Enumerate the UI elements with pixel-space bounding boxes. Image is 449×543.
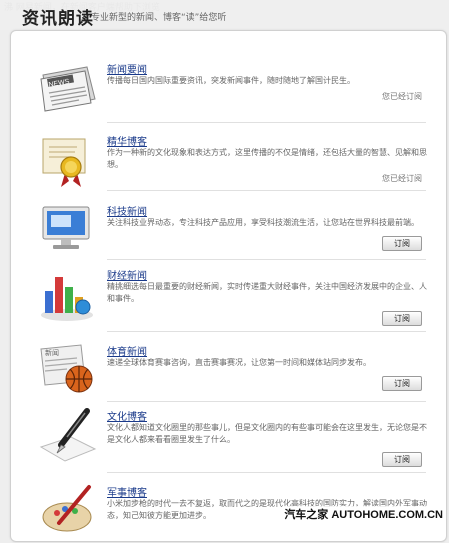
bar-chart-icon	[37, 267, 99, 323]
item-description: 文化人都知道文化圈里的那些事儿，但是文化圈内的有些事可能会在这里发生，无论您是不…	[107, 423, 427, 444]
monitor-icon	[37, 201, 99, 257]
divider	[107, 190, 426, 191]
subscribed-status: 您已经订阅	[382, 174, 422, 183]
subscribed-status: 您已经订阅	[382, 92, 422, 101]
newspaper-icon: NEWS	[37, 61, 99, 117]
page-title: 资讯朗读	[22, 9, 94, 29]
svg-text:新闻: 新闻	[45, 348, 59, 357]
subscribe-button[interactable]: 订阅	[382, 236, 422, 251]
item-description: 关注科技业界动态，专注科技产品应用，享受科技潮流生活，让您站在世界科技最前端。	[107, 218, 419, 227]
basketball-icon: 新闻	[37, 341, 99, 397]
subscription-panel: NEWS 新闻要闻 传播每日国内国际重要资讯，突发新闻事件，随时随地了解国计民生…	[10, 30, 447, 542]
watermark-footer: 汽车之家 AUTOHOME.COM.CN	[282, 506, 445, 522]
subscribe-button[interactable]: 订阅	[382, 452, 422, 467]
item-title-link[interactable]: 精华博客	[107, 133, 147, 148]
divider	[107, 401, 426, 402]
item-description: 作为一种新的文化现象和表达方式，这里传播的不仅是情绪，还包括大量的智慧、见解和思…	[107, 148, 427, 169]
fountain-pen-icon	[37, 407, 99, 463]
paintbrush-icon	[37, 483, 99, 539]
subscribe-button[interactable]: 订阅	[382, 311, 422, 326]
divider	[107, 331, 426, 332]
page-subtitle: 专业新型的新闻、博客“读”给您听	[91, 13, 227, 23]
item-title-link[interactable]: 体育新闻	[107, 343, 147, 358]
app-header: 沸 网易新闻，在新闻客户端帮助下浏览 资讯朗读 专业新型的新闻、博客“读”给您听	[0, 0, 449, 30]
item-title-link[interactable]: 新闻要闻	[107, 61, 147, 76]
item-title-link[interactable]: 军事博客	[107, 484, 147, 499]
divider	[107, 122, 426, 123]
divider	[107, 472, 426, 473]
item-description: 速递全球体育赛事咨询，直击赛事赛况，让您第一时间和媒体站同步发布。	[107, 358, 371, 367]
subscribe-button[interactable]: 订阅	[382, 376, 422, 391]
divider	[107, 259, 426, 260]
item-title-link[interactable]: 财经新闻	[107, 267, 147, 282]
item-title-link[interactable]: 科技新闻	[107, 203, 147, 218]
item-description: 传播每日国内国际重要资讯，突发新闻事件，随时随地了解国计民生。	[107, 76, 355, 85]
item-description: 精挑细选每日最重要的财经新闻，实时传递重大财经事件，关注中国经济发展中的企业、人…	[107, 282, 427, 303]
certificate-medal-icon	[37, 133, 99, 189]
item-title-link[interactable]: 文化博客	[107, 408, 147, 423]
